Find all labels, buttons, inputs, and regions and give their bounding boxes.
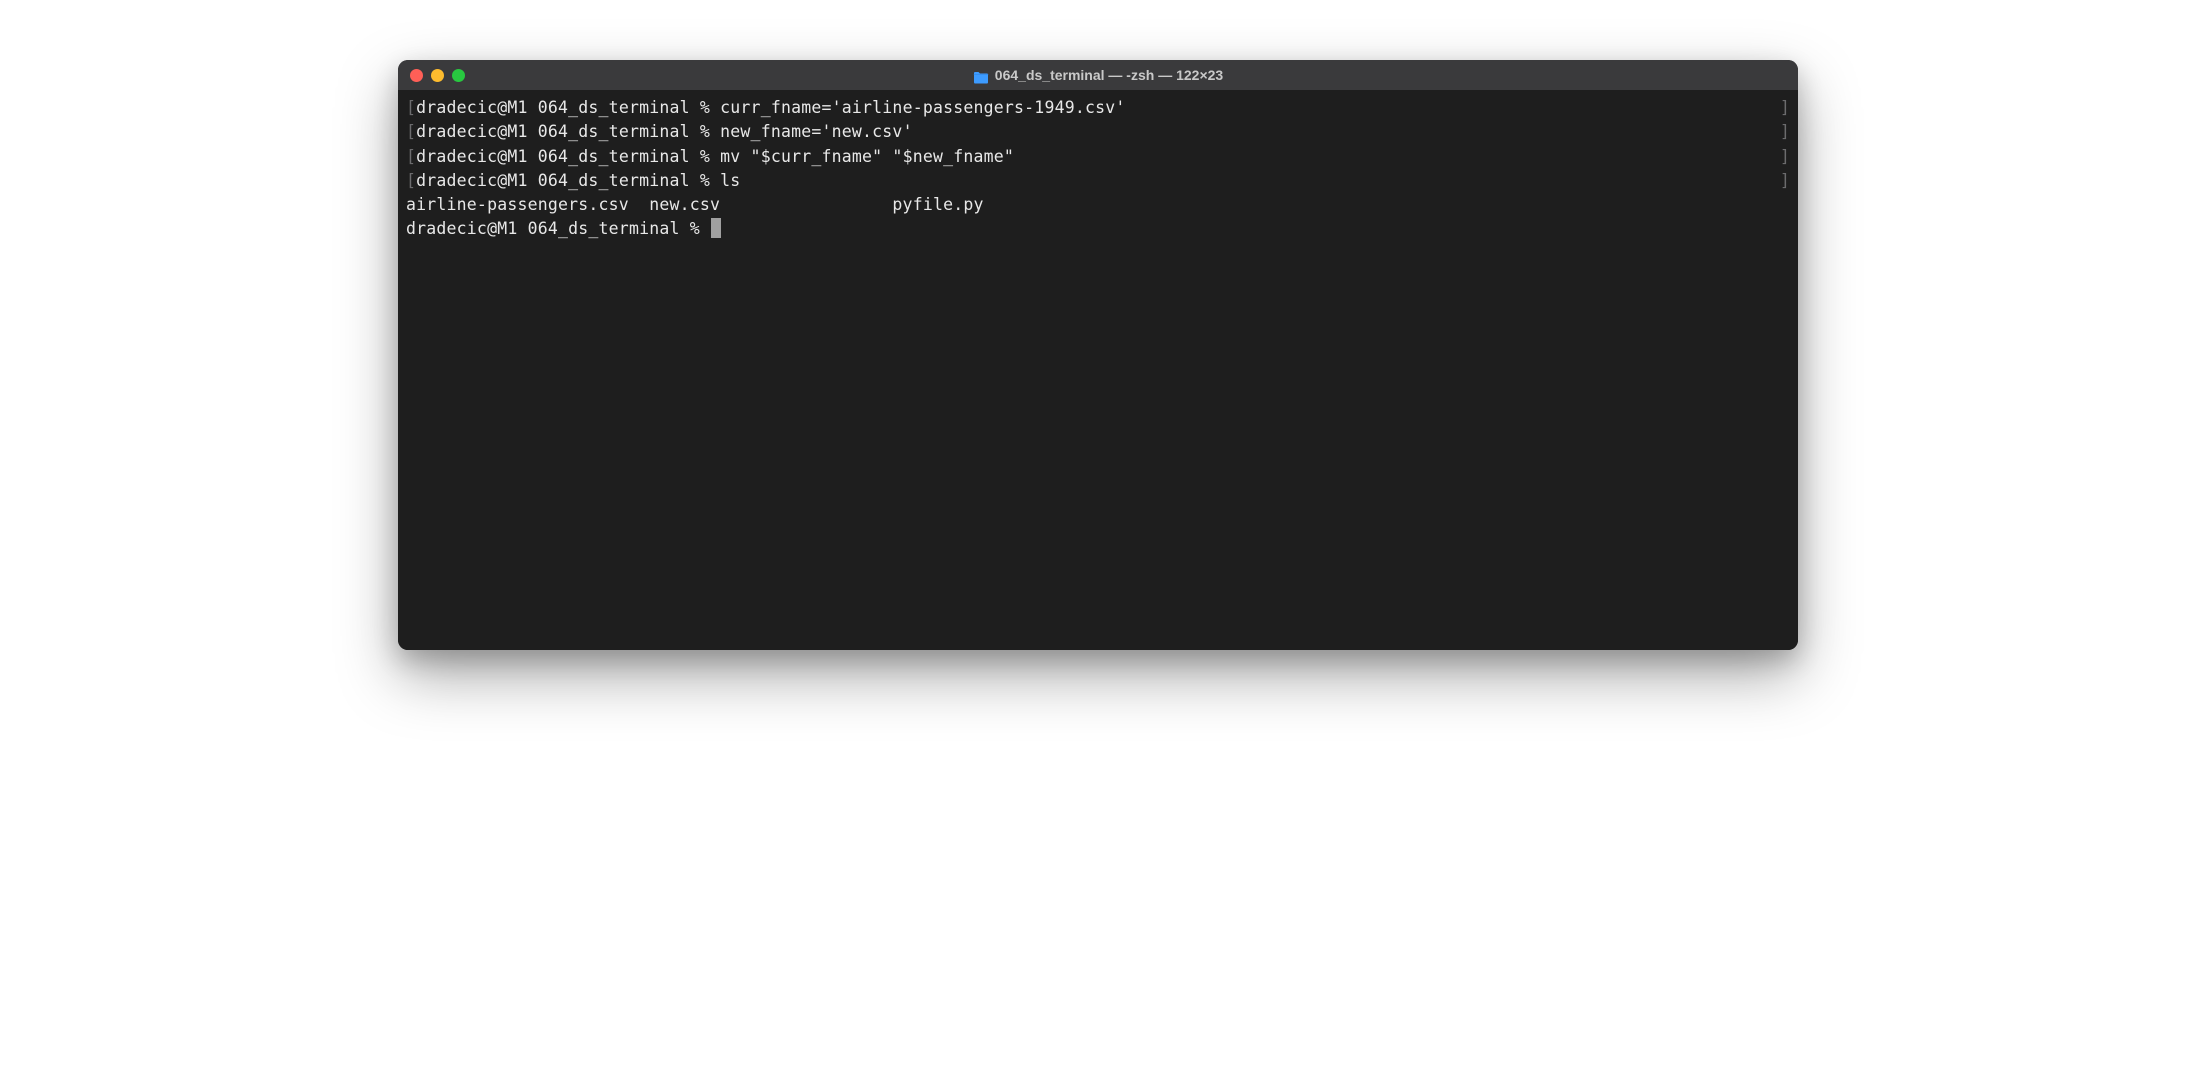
history-line: [ dradecic@M1 064_ds_terminal % mv "$cur… xyxy=(406,145,1790,169)
traffic-lights xyxy=(410,69,465,82)
bracket-close-icon: ] xyxy=(1780,120,1790,144)
bracket-open-icon: [ xyxy=(406,145,416,169)
bracket-close-icon: ] xyxy=(1780,169,1790,193)
bracket-open-icon: [ xyxy=(406,120,416,144)
window-title: 064_ds_terminal — -zsh — 122×23 xyxy=(995,67,1223,83)
prompt: dradecic@M1 064_ds_terminal % xyxy=(416,122,720,141)
prompt: dradecic@M1 064_ds_terminal % xyxy=(416,171,720,190)
bracket-open-icon: [ xyxy=(406,96,416,120)
command-text: new_fname='new.csv' xyxy=(720,122,913,141)
prompt: dradecic@M1 064_ds_terminal % xyxy=(406,219,710,238)
ls-output: airline-passengers.csv new.csv pyfile.py xyxy=(406,193,1790,217)
current-prompt-line[interactable]: dradecic@M1 064_ds_terminal % xyxy=(406,217,1790,241)
prompt: dradecic@M1 064_ds_terminal % xyxy=(416,147,720,166)
history-line: [ dradecic@M1 064_ds_terminal % curr_fna… xyxy=(406,96,1790,120)
command-text: curr_fname='airline-passengers-1949.csv' xyxy=(720,98,1125,117)
bracket-open-icon: [ xyxy=(406,169,416,193)
terminal-body[interactable]: [ dradecic@M1 064_ds_terminal % curr_fna… xyxy=(398,90,1798,650)
minimize-icon[interactable] xyxy=(431,69,444,82)
cursor-icon xyxy=(711,218,721,238)
folder-icon xyxy=(973,69,989,82)
command-text: ls xyxy=(720,171,740,190)
prompt: dradecic@M1 064_ds_terminal % xyxy=(416,98,720,117)
titlebar[interactable]: 064_ds_terminal — -zsh — 122×23 xyxy=(398,60,1798,90)
command-text: mv "$curr_fname" "$new_fname" xyxy=(720,147,1014,166)
terminal-window: 064_ds_terminal — -zsh — 122×23 [ dradec… xyxy=(398,60,1798,650)
history-line: [ dradecic@M1 064_ds_terminal % ls ] xyxy=(406,169,1790,193)
maximize-icon[interactable] xyxy=(452,69,465,82)
bracket-close-icon: ] xyxy=(1780,145,1790,169)
close-icon[interactable] xyxy=(410,69,423,82)
bracket-close-icon: ] xyxy=(1780,96,1790,120)
title-center: 064_ds_terminal — -zsh — 122×23 xyxy=(398,67,1798,83)
history-line: [ dradecic@M1 064_ds_terminal % new_fnam… xyxy=(406,120,1790,144)
